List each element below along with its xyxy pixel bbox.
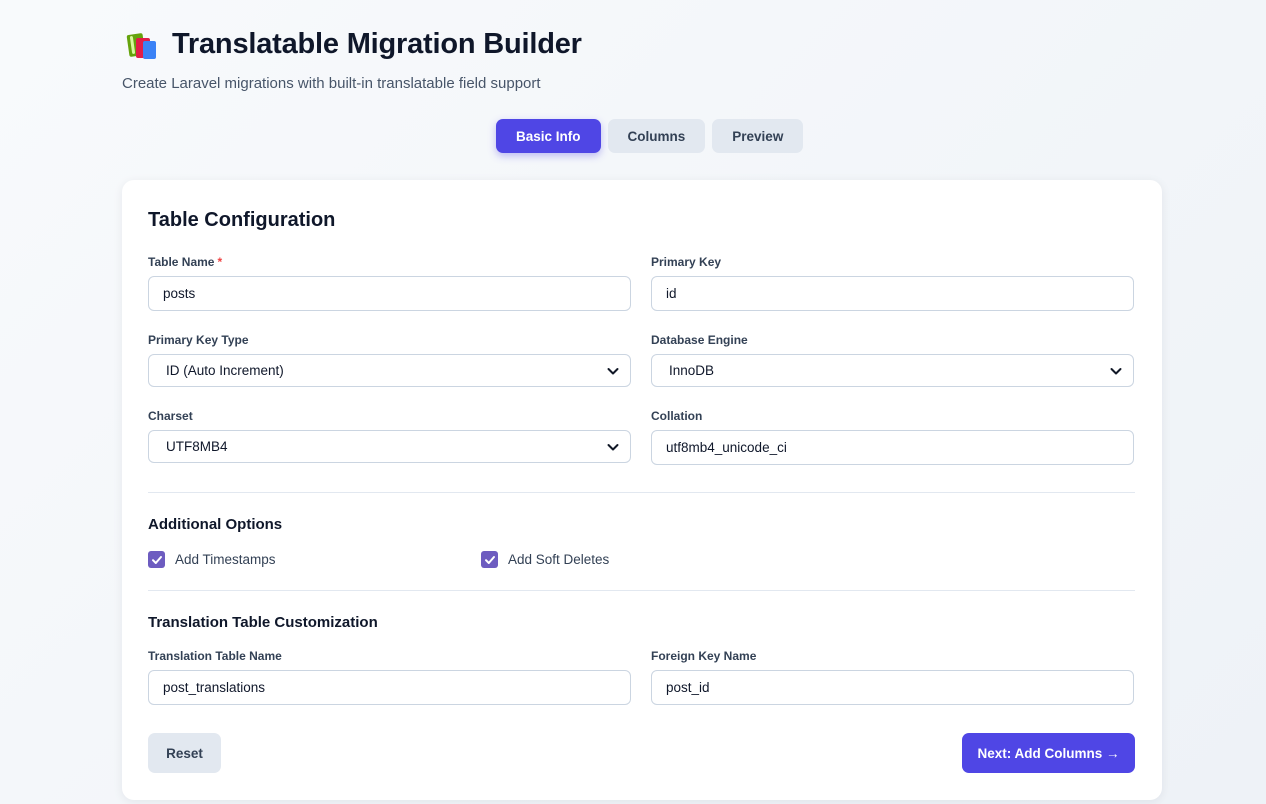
database-engine-label: Database Engine	[651, 333, 748, 347]
timestamps-checkbox[interactable]	[148, 551, 165, 568]
section-divider	[148, 590, 1135, 591]
foreign-key-name-field: Foreign Key Name post_id	[651, 649, 1134, 705]
section-divider	[148, 492, 1135, 493]
collation-field: Collation utf8mb4_unicode_ci	[651, 409, 1134, 465]
chevron-down-icon	[1110, 367, 1122, 374]
chevron-down-icon	[607, 367, 619, 374]
translation-table-name-input[interactable]: post_translations	[148, 670, 631, 705]
primary-key-label: Primary Key	[651, 255, 722, 269]
reset-button[interactable]: Reset	[148, 733, 221, 773]
primary-key-field: Primary Key id	[651, 255, 1134, 311]
soft-deletes-option[interactable]: Add Soft Deletes	[481, 551, 609, 568]
page-subtitle: Create Laravel migrations with built-in …	[122, 75, 541, 92]
chevron-down-icon	[607, 443, 619, 450]
table-name-input[interactable]: posts	[148, 276, 631, 311]
table-name-label: Table Name *	[148, 255, 223, 269]
translation-table-name-field: Translation Table Name post_translations	[148, 649, 631, 705]
tab-basic-info[interactable]: Basic Info	[496, 119, 601, 153]
required-mark: *	[217, 255, 223, 269]
soft-deletes-label: Add Soft Deletes	[508, 552, 610, 567]
database-engine-value: InnoDB	[669, 363, 715, 378]
primary-key-type-value: ID (Auto Increment)	[166, 363, 284, 378]
database-engine-field: Database Engine InnoDB	[651, 333, 1134, 387]
collation-input[interactable]: utf8mb4_unicode_ci	[651, 430, 1134, 465]
soft-deletes-checkbox[interactable]	[481, 551, 498, 568]
collation-label: Collation	[651, 409, 703, 423]
timestamps-option[interactable]: Add Timestamps	[148, 551, 276, 568]
next-add-columns-button[interactable]: Next: Add Columns →	[962, 733, 1135, 773]
primary-key-type-field: Primary Key Type ID (Auto Increment)	[148, 333, 631, 387]
charset-field: Charset UTF8MB4	[148, 409, 631, 463]
primary-key-type-label: Primary Key Type	[148, 333, 249, 347]
translation-customization-title: Translation Table Customization	[148, 614, 378, 631]
checkmark-icon	[151, 555, 162, 564]
charset-value: UTF8MB4	[166, 439, 228, 454]
translation-table-name-label: Translation Table Name	[148, 649, 282, 663]
additional-options-title: Additional Options	[148, 516, 283, 533]
charset-label: Charset	[148, 409, 193, 423]
primary-key-type-select[interactable]: ID (Auto Increment)	[148, 354, 631, 387]
foreign-key-name-input[interactable]: post_id	[651, 670, 1134, 705]
table-configuration-title: Table Configuration	[148, 209, 336, 231]
configuration-card: Table Configuration Table Name * posts Pr…	[122, 180, 1162, 800]
step-tabs: Basic Info Columns Preview	[496, 119, 804, 153]
database-engine-select[interactable]: InnoDB	[651, 354, 1134, 387]
table-name-field: Table Name * posts	[148, 255, 631, 311]
tab-columns[interactable]: Columns	[607, 119, 706, 153]
books-icon	[126, 30, 160, 60]
tab-preview[interactable]: Preview	[712, 119, 804, 153]
page-title: Translatable Migration Builder	[172, 28, 582, 60]
checkmark-icon	[484, 555, 495, 564]
timestamps-label: Add Timestamps	[175, 552, 276, 567]
title-row: Translatable Migration Builder	[122, 28, 582, 61]
primary-key-input[interactable]: id	[651, 276, 1134, 311]
foreign-key-name-label: Foreign Key Name	[651, 649, 757, 663]
page-header: Translatable Migration Builder Create La…	[122, 28, 582, 92]
charset-select[interactable]: UTF8MB4	[148, 430, 631, 463]
